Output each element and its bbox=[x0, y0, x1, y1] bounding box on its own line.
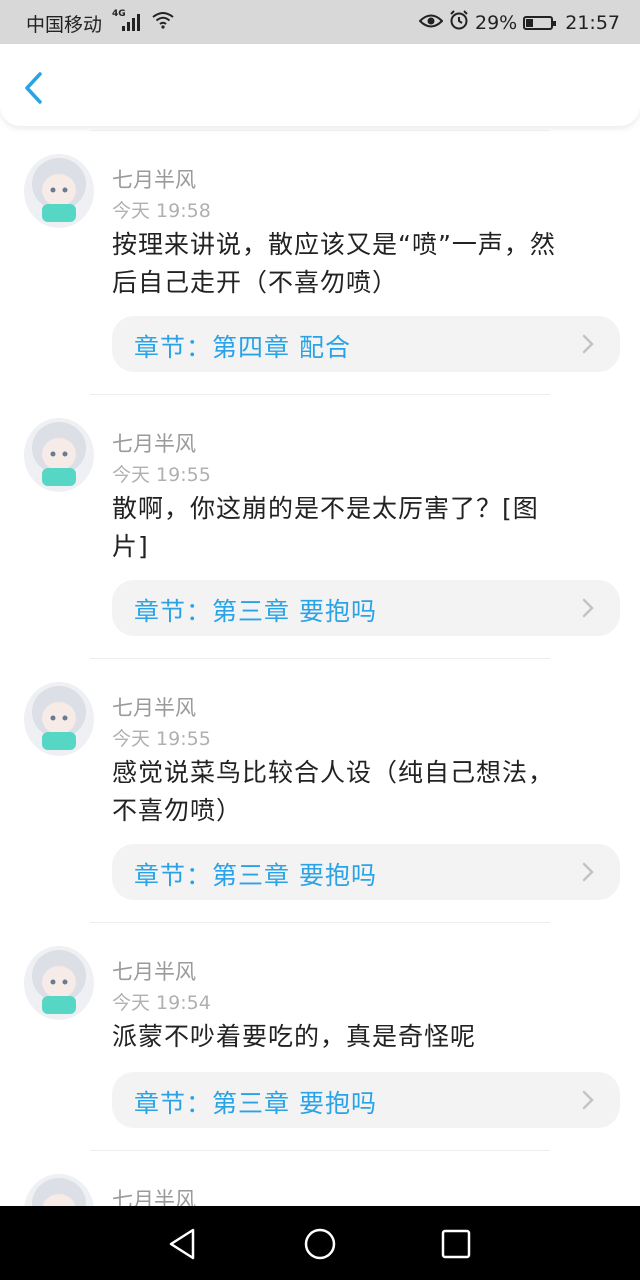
chapter-link[interactable]: 章节：第四章 配合 bbox=[112, 316, 620, 372]
battery-icon bbox=[523, 15, 557, 30]
comment-author: 七月半风 bbox=[112, 960, 196, 984]
divider bbox=[90, 658, 550, 659]
circle-home-icon bbox=[304, 1228, 336, 1260]
comment-text: 感觉说菜鸟比较合人设（纯自己想法， 不喜勿喷） bbox=[112, 754, 617, 830]
comment-text-line: 按理来讲说，散应该又是“喷”一声，然 bbox=[112, 230, 556, 259]
chapter-label: 章节：第三章 要抱吗 bbox=[134, 597, 377, 626]
divider bbox=[90, 130, 550, 131]
chevron-left-icon bbox=[25, 72, 42, 104]
back-button[interactable] bbox=[18, 70, 50, 106]
comment-text-line: 感觉说菜鸟比较合人设（纯自己想法， bbox=[112, 758, 555, 787]
comment-time: 今天 19:58 bbox=[112, 200, 211, 222]
system-nav-bar bbox=[0, 1206, 640, 1280]
top-nav-bar bbox=[0, 44, 640, 126]
avatar[interactable] bbox=[24, 154, 94, 228]
divider bbox=[90, 1150, 550, 1151]
chevron-right-icon bbox=[582, 862, 594, 882]
divider bbox=[90, 394, 550, 395]
recents-nav-button[interactable] bbox=[436, 1224, 476, 1264]
alarm-icon bbox=[449, 10, 469, 35]
comment-author: 七月半风 bbox=[112, 432, 196, 456]
comment-text: 散啊，你这崩的是不是太厉害了？[图 片] bbox=[112, 490, 617, 566]
divider bbox=[90, 922, 550, 923]
carrier-name: 中国移动 bbox=[26, 14, 103, 36]
comment-author: 七月半风 bbox=[112, 696, 196, 720]
signal-icon bbox=[122, 14, 140, 31]
comment-text: 派蒙不吵着要吃的，真是奇怪呢 bbox=[112, 1018, 617, 1056]
chevron-right-icon bbox=[582, 598, 594, 618]
chevron-right-icon bbox=[582, 1090, 594, 1110]
back-nav-button[interactable] bbox=[163, 1224, 203, 1264]
eye-icon bbox=[418, 12, 444, 34]
comment-text-line: 片] bbox=[112, 532, 149, 561]
clock-time: 21:57 bbox=[565, 11, 620, 34]
comment-text-line: 后自己走开（不喜勿喷） bbox=[112, 268, 399, 297]
status-bar: 中国移动 4G 29% 21:57 bbox=[0, 0, 640, 44]
avatar[interactable] bbox=[24, 1174, 94, 1206]
comment-author: 七月半风 bbox=[112, 1188, 196, 1206]
comment-time: 今天 19:55 bbox=[112, 464, 211, 486]
comment-time: 今天 19:55 bbox=[112, 728, 211, 750]
home-nav-button[interactable] bbox=[300, 1224, 340, 1264]
chevron-right-icon bbox=[582, 334, 594, 354]
avatar[interactable] bbox=[24, 418, 94, 492]
triangle-back-icon bbox=[169, 1228, 195, 1260]
avatar[interactable] bbox=[24, 946, 94, 1020]
avatar[interactable] bbox=[24, 682, 94, 756]
comment-time: 今天 19:54 bbox=[112, 992, 211, 1014]
chapter-label: 章节：第三章 要抱吗 bbox=[134, 1089, 377, 1118]
comment-author: 七月半风 bbox=[112, 168, 196, 192]
battery-percent: 29% bbox=[475, 11, 518, 34]
comment-text: 按理来讲说，散应该又是“喷”一声，然 后自己走开（不喜勿喷） bbox=[112, 226, 617, 302]
wifi-icon bbox=[152, 11, 174, 34]
chapter-link[interactable]: 章节：第三章 要抱吗 bbox=[112, 844, 620, 900]
chapter-label: 章节：第四章 配合 bbox=[134, 333, 351, 362]
comment-text-line: 不喜勿喷） bbox=[112, 796, 243, 825]
square-recents-icon bbox=[441, 1229, 471, 1259]
comment-list[interactable]: 七月半风 今天 19:58 按理来讲说，散应该又是“喷”一声，然 后自己走开（不… bbox=[0, 128, 640, 1206]
chapter-link[interactable]: 章节：第三章 要抱吗 bbox=[112, 1072, 620, 1128]
comment-text-line: 派蒙不吵着要吃的，真是奇怪呢 bbox=[112, 1022, 477, 1051]
chapter-label: 章节：第三章 要抱吗 bbox=[134, 861, 377, 890]
comment-text-line: 散啊，你这崩的是不是太厉害了？[图 bbox=[112, 494, 539, 523]
chapter-link[interactable]: 章节：第三章 要抱吗 bbox=[112, 580, 620, 636]
